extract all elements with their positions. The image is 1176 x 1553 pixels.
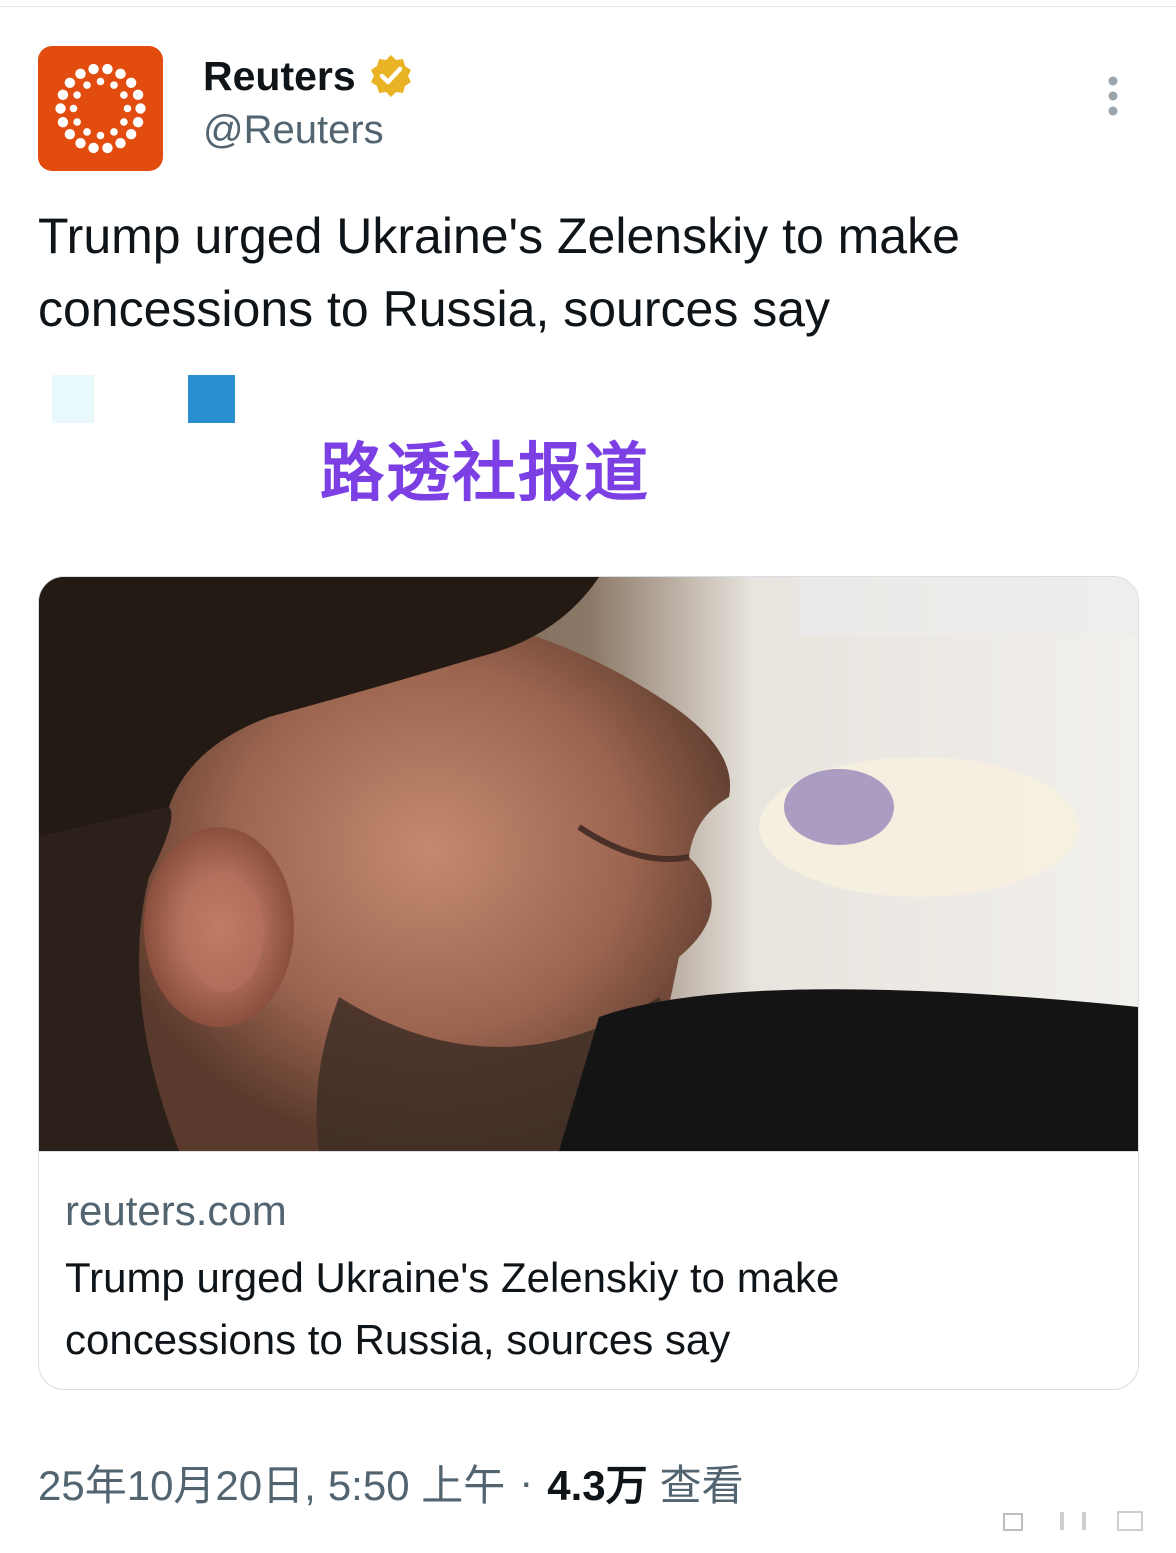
- logo-dot: [88, 142, 99, 154]
- logo-dot: [135, 103, 146, 114]
- logo-dot: [88, 63, 99, 75]
- reuters-logo-icon[interactable]: [38, 46, 163, 171]
- logo-dot: [73, 118, 81, 126]
- logo-dot: [96, 77, 105, 86]
- watermark-mark: [1003, 1511, 1143, 1531]
- post-text-line: concessions to Russia, sources say: [38, 281, 831, 337]
- post-text-line: Trump urged Ukraine's Zelenskiy to make: [38, 208, 960, 264]
- logo-dot: [55, 103, 66, 114]
- logo-dot: [110, 81, 118, 89]
- card-divider: [39, 1151, 1138, 1152]
- logo-dot: [57, 89, 69, 101]
- post-time[interactable]: 5:50 上午: [328, 1452, 505, 1513]
- logo-dot: [102, 142, 113, 154]
- logo-dot: [69, 104, 78, 113]
- logo-dot: [123, 104, 132, 113]
- logo-dot: [120, 91, 128, 99]
- author-name-row[interactable]: Reuters: [203, 50, 414, 102]
- logo-dot: [64, 129, 76, 140]
- card-title[interactable]: Trump urged Ukraine's Zelenskiy to make …: [65, 1247, 1105, 1371]
- logo-dot: [75, 68, 86, 80]
- logo-dot: [75, 137, 86, 149]
- article-photo[interactable]: [39, 577, 1138, 1151]
- logo-dot: [125, 77, 137, 88]
- card-title-line: concessions to Russia, sources say: [65, 1316, 731, 1363]
- overlay-stamp-text: 路透社报道: [320, 437, 650, 511]
- logo-dot: [115, 68, 126, 80]
- top-divider: [0, 6, 1176, 7]
- logo-dot: [83, 128, 91, 136]
- post-text: Trump urged Ukraine's Zelenskiy to make …: [38, 200, 1138, 346]
- card-title-line: Trump urged Ukraine's Zelenskiy to make: [65, 1254, 840, 1301]
- link-preview-card[interactable]: reuters.com Trump urged Ukraine's Zelens…: [38, 576, 1139, 1390]
- post-date[interactable]: 25年10月20日,: [38, 1452, 316, 1513]
- logo-dot: [64, 77, 76, 88]
- logo-dot: [57, 116, 69, 128]
- logo-dot: [120, 118, 128, 126]
- views-count[interactable]: 4.3万: [547, 1452, 647, 1513]
- logo-dot: [102, 63, 113, 75]
- reuters-logo-graphic: [55, 63, 146, 154]
- verified-badge-icon: [370, 55, 411, 97]
- overlay-block-light: [52, 375, 94, 423]
- logo-dot: [96, 131, 105, 140]
- logo-dot: [110, 128, 118, 136]
- author-display-name[interactable]: Reuters: [203, 53, 356, 100]
- logo-dot: [132, 116, 144, 128]
- meta-separator: ·: [519, 1458, 534, 1505]
- logo-dot: [125, 129, 137, 140]
- logo-dot: [73, 91, 81, 99]
- logo-dot: [83, 81, 91, 89]
- more-vertical-icon[interactable]: [1096, 74, 1130, 118]
- overlay-block-blue: [188, 375, 235, 423]
- card-domain[interactable]: reuters.com: [65, 1187, 287, 1235]
- logo-dot: [132, 89, 144, 101]
- logo-dot: [115, 137, 126, 149]
- author-handle[interactable]: @Reuters: [203, 108, 384, 153]
- post-meta: 25年10月20日, 5:50 上午 · 4.3万 查看: [38, 1452, 744, 1512]
- views-label[interactable]: 查看: [660, 1452, 744, 1513]
